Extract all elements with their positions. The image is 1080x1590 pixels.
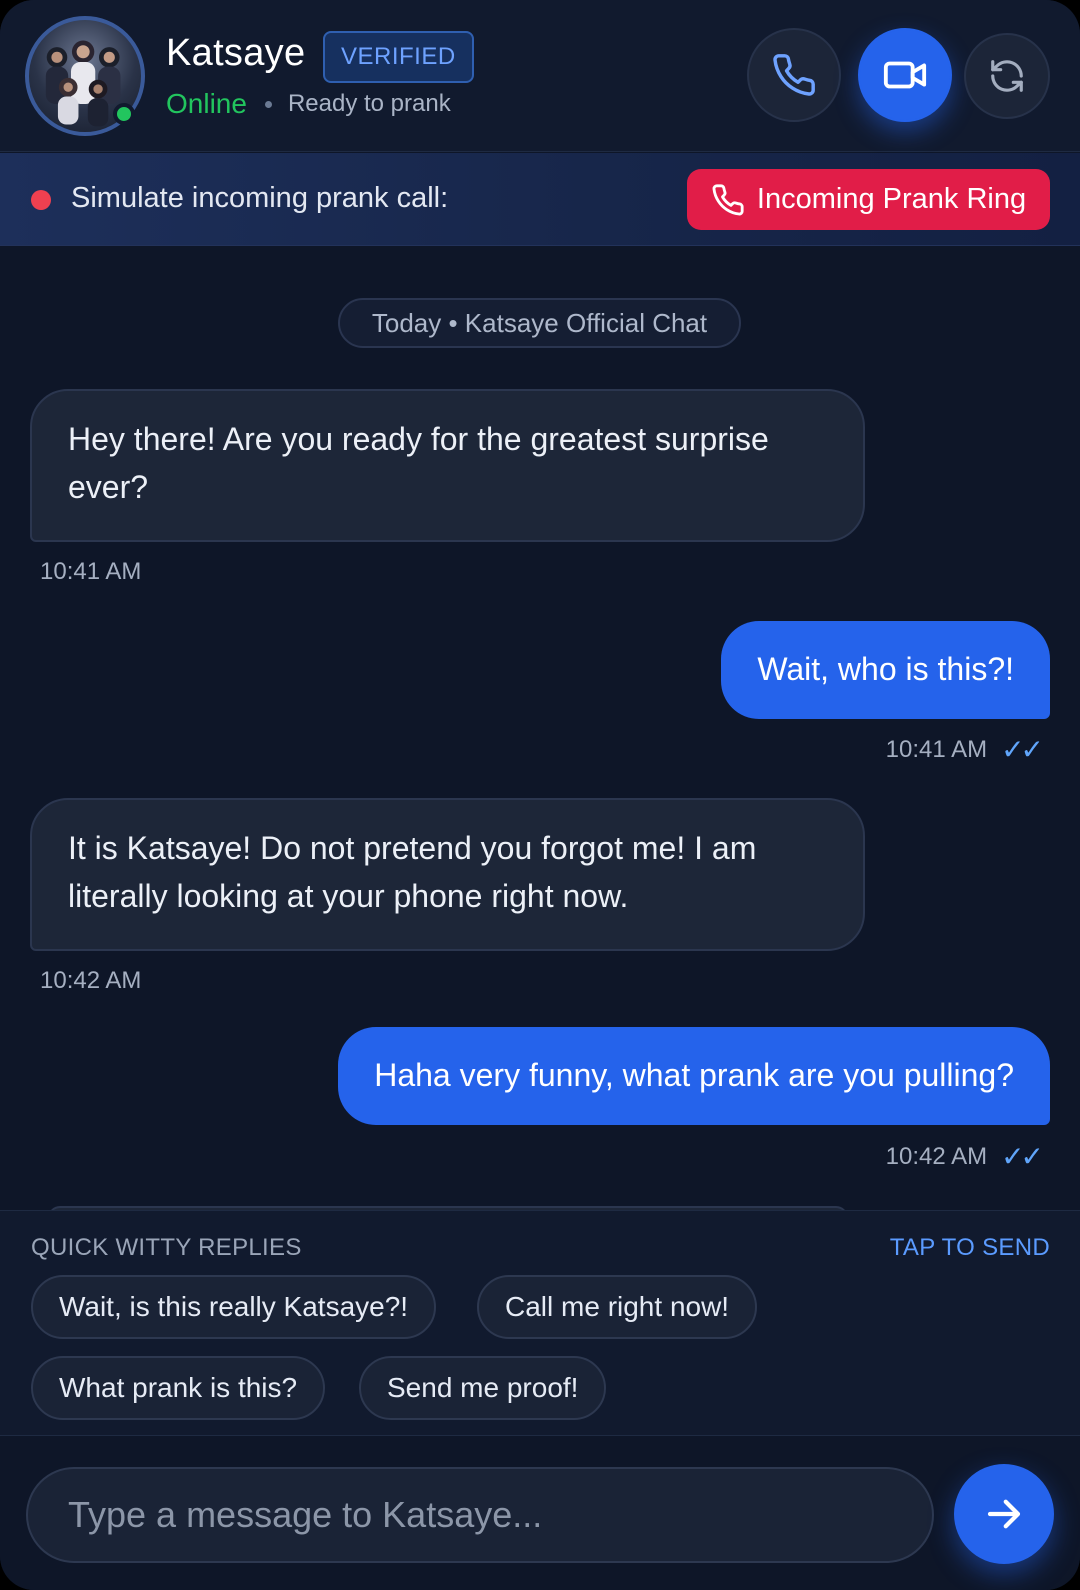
status-note: Ready to prank [287, 90, 451, 117]
message-time: 10:42 AM [40, 967, 142, 994]
arrow-right-icon [987, 1499, 1021, 1529]
message-bubble-incoming[interactable]: Hey there! Are you ready for the greates… [30, 389, 865, 542]
video-camera-icon [883, 61, 927, 89]
incoming-prank-ring-button[interactable]: Incoming Prank Ring [687, 169, 1050, 230]
send-button[interactable] [954, 1464, 1054, 1564]
message-time: 10:41 AM [885, 735, 988, 763]
quick-replies-title: QUICK WITTY REPLIES [31, 1234, 302, 1261]
message-time: 10:41 AM [40, 558, 142, 585]
refresh-button[interactable] [964, 33, 1050, 119]
contact-name: Katsaye [166, 32, 306, 74]
separator-dot [264, 100, 272, 108]
status-row: Online Ready to prank [166, 88, 451, 120]
online-indicator-dot [113, 103, 135, 125]
phone-icon [773, 54, 815, 96]
date-divider: Today • Katsaye Official Chat [338, 298, 741, 348]
message-meta: 10:41 AM ✓✓ [885, 733, 1044, 766]
quick-reply-chip[interactable]: Call me right now! [477, 1275, 758, 1339]
quick-reply-chip[interactable]: Send me proof! [359, 1356, 607, 1420]
quick-reply-chip[interactable]: Wait, is this really Katsaye?! [31, 1275, 437, 1339]
chat-app: Katsaye VERIFIED Online Ready to prank S… [0, 0, 1080, 1590]
record-dot-icon [31, 190, 51, 210]
quick-reply-chip[interactable]: What prank is this? [31, 1356, 326, 1420]
message-bubble-outgoing[interactable]: Haha very funny, what prank are you pull… [338, 1027, 1050, 1125]
message-time: 10:42 AM [885, 1142, 988, 1170]
tap-to-send-hint: TAP TO SEND [889, 1234, 1050, 1261]
message-meta: 10:42 AM ✓✓ [885, 1140, 1044, 1173]
refresh-icon [991, 60, 1023, 92]
ring-button-label: Incoming Prank Ring [756, 183, 1027, 215]
message-bubble-outgoing[interactable]: Wait, who is this?! [721, 621, 1050, 719]
online-status: Online [166, 88, 247, 119]
prank-bar-label: Simulate incoming prank call: [71, 182, 449, 214]
message-bubble-incoming[interactable]: It is Katsaye! Do not pretend you forgot… [30, 798, 865, 951]
read-ticks-icon: ✓✓ [1001, 734, 1044, 765]
message-input[interactable] [26, 1467, 934, 1563]
verified-badge: VERIFIED [323, 31, 474, 83]
video-call-button[interactable] [858, 28, 952, 122]
read-ticks-icon: ✓✓ [1001, 1141, 1044, 1172]
voice-call-button[interactable] [747, 28, 841, 122]
phone-icon [712, 183, 744, 215]
